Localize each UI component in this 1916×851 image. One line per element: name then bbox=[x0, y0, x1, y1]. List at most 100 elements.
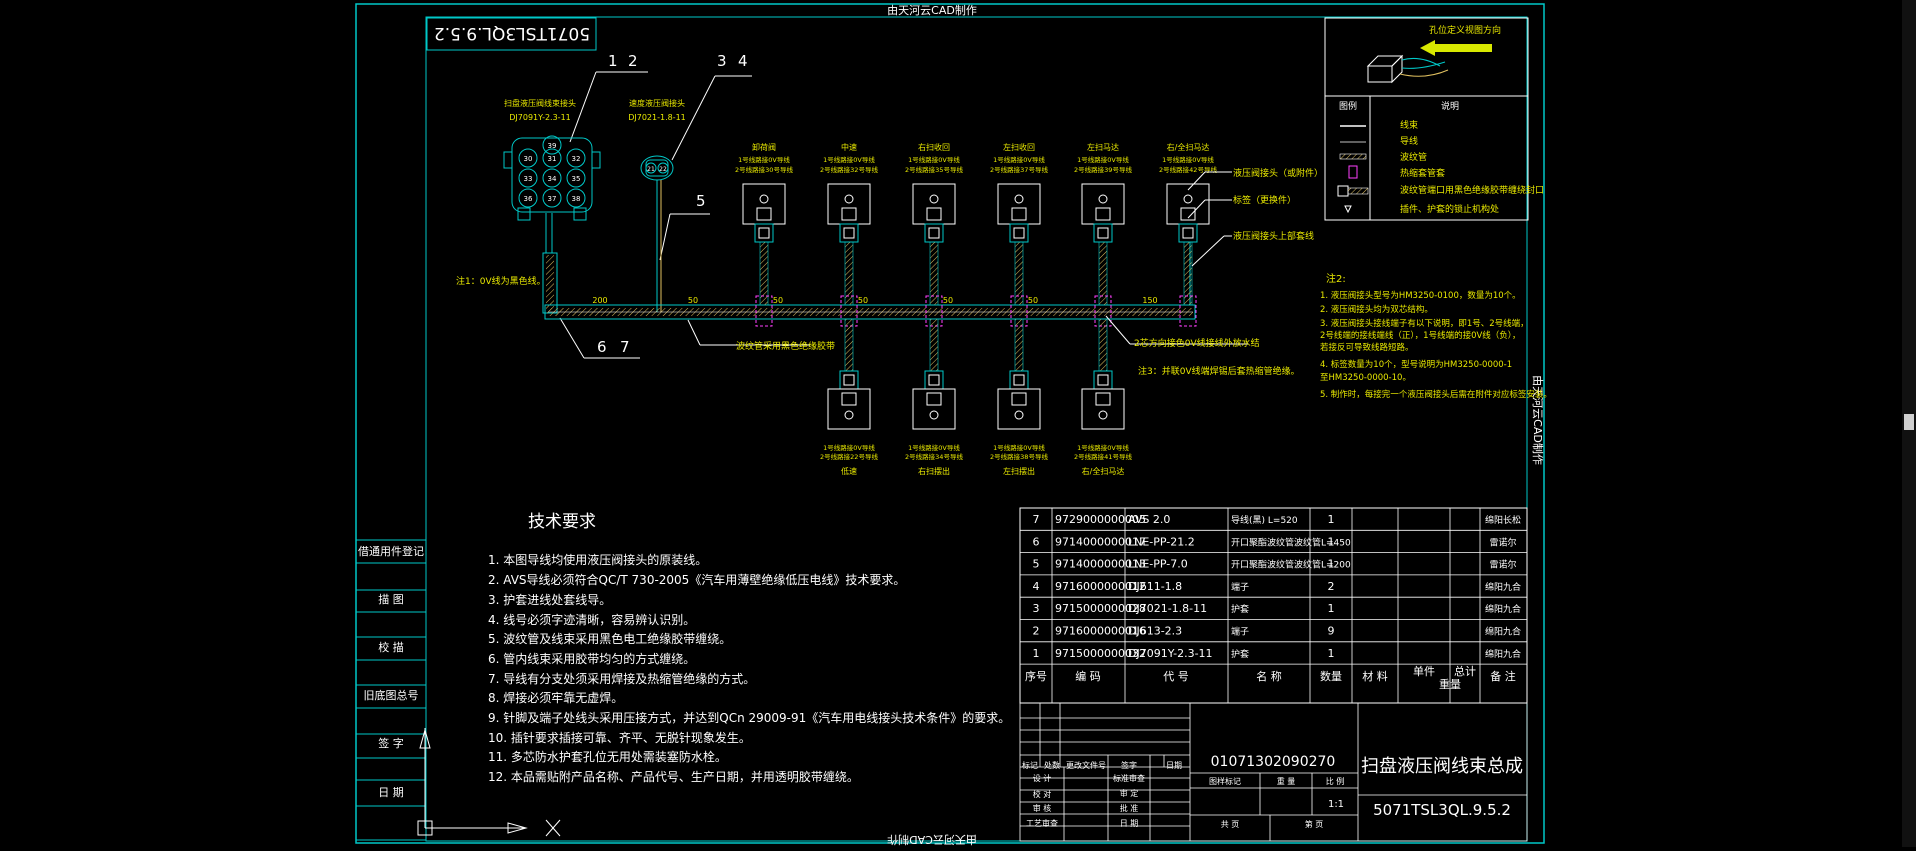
valve-name: 右/全扫马达 bbox=[1082, 466, 1125, 476]
bom-cell: 1 bbox=[1328, 602, 1335, 615]
notes-2-line: 至HM3250-0000-10。 bbox=[1320, 373, 1411, 383]
pin-number: 21 bbox=[647, 166, 655, 173]
dimension-label: 50 bbox=[943, 296, 953, 305]
notes-2-line: 若接反可导致线路短路。 bbox=[1320, 342, 1414, 353]
dimension-label: 50 bbox=[688, 296, 698, 305]
pin-number: 39 bbox=[548, 142, 557, 150]
svg-text:重 量: 重 量 bbox=[1277, 776, 1296, 786]
valve-name: 右扫摆出 bbox=[918, 466, 950, 476]
valve-branch: 1号线路接0V导线2号线路接34号导线右扫摆出 bbox=[905, 318, 963, 476]
tech-item: 3. 护套进线处套线导。 bbox=[488, 593, 611, 607]
tech-item: 2. AVS导线必须符合QC/T 730-2005《汽车用薄壁绝缘低压电线》技术… bbox=[488, 572, 905, 587]
valve-name: 右扫收回 bbox=[918, 142, 950, 152]
svg-text:比 例: 比 例 bbox=[1326, 776, 1345, 786]
mirrored-drawing-number: 5071TSL3QL.9.5.2 bbox=[434, 23, 590, 43]
callout-4: 4 bbox=[738, 52, 748, 70]
bom-cell: 雷诺尔 bbox=[1489, 559, 1516, 571]
svg-text:图样标记: 图样标记 bbox=[1209, 776, 1241, 786]
speed-connector bbox=[640, 155, 674, 312]
valve-wire-note: 1号线路接0V导线 bbox=[823, 443, 875, 452]
tech-item: 7. 导线有分支处须采用焊接及热缩管绝缘的方式。 bbox=[488, 671, 755, 686]
legend-item: 波纹管 bbox=[1400, 151, 1427, 163]
right-watermark-title: 由天河云CAD制作 bbox=[1531, 375, 1545, 465]
svg-text:审 核: 审 核 bbox=[1033, 803, 1052, 813]
bom-cell: 5 bbox=[1033, 558, 1040, 571]
pin-number: 22 bbox=[659, 166, 667, 173]
bom-cell: DJ7021-1.8-11 bbox=[1128, 602, 1207, 615]
legend-table: 孔位定义视图方向 图例 说明 线束 导线 波纹管 热缩套管套 波纹管端口用黑色绝… bbox=[1324, 17, 1544, 221]
annotation-valve-connector: 液压阀接头（或附件） bbox=[1233, 167, 1323, 179]
bottom-watermark-title: 由天河云CAD制作 bbox=[887, 833, 977, 847]
notes-2-line: 2号线端的接线端线（正），1号线端的接0V线（负）， bbox=[1320, 330, 1521, 341]
valve-name: 左扫摆出 bbox=[1003, 466, 1035, 476]
note-3: 注3：并联0V线端焊锡后套热缩管绝缘。 bbox=[1138, 365, 1300, 377]
svg-text:日期: 日期 bbox=[1166, 761, 1182, 770]
valve-name: 低速 bbox=[841, 466, 857, 476]
valve-wire-note: 1号线路接0V导线 bbox=[993, 155, 1045, 164]
cad-drawing-viewport[interactable]: 由天河云CAD制作 由天河云CAD制作 由天河云CAD制作 5071TSL3QL… bbox=[0, 0, 1916, 847]
pin-number: 37 bbox=[548, 195, 557, 203]
stamp-label: 校 描 bbox=[378, 640, 404, 654]
bom-cell: 护套 bbox=[1231, 603, 1249, 615]
notes-2-line: 5. 制作时，每接完一个液压阀接头后需在附件对应标签安装。 bbox=[1320, 389, 1552, 400]
bom-header: 编 码 bbox=[1075, 669, 1101, 683]
bill-of-materials: 7 9729000000005AVS 2.0 导线(黑) L=520 1 绵阳长松6 97… bbox=[1019, 507, 1528, 704]
svg-text:处数: 处数 bbox=[1044, 760, 1060, 770]
speed-connector-pins: 21 22 bbox=[645, 162, 669, 174]
bom-header: 代 号 bbox=[1163, 670, 1189, 683]
valve-wire-note: 1号线路接0V导线 bbox=[1162, 155, 1214, 164]
hydraulic-valve-connector bbox=[827, 370, 871, 430]
scale-value: 1:1 bbox=[1328, 799, 1344, 810]
vertical-scrollbar[interactable] bbox=[1902, 0, 1916, 847]
stamp-label: 旧底图总号 bbox=[364, 688, 419, 702]
callout-7: 7 bbox=[620, 338, 630, 356]
bottom-valve-branches: 1号线路接0V导线2号线路接22号导线低速1号线路接0V导线2号线路接34号导线… bbox=[820, 318, 1132, 476]
bom-cell: 端子 bbox=[1231, 581, 1249, 593]
svg-text:共 页: 共 页 bbox=[1221, 820, 1240, 829]
note-1: 注1：0V线为黑色线。 bbox=[456, 275, 546, 287]
hydraulic-valve-connector bbox=[997, 370, 1041, 430]
callout-3: 3 bbox=[717, 52, 727, 70]
pin-number: 36 bbox=[524, 195, 533, 203]
valve-wire-note: 2号线路接35号导线 bbox=[905, 165, 963, 174]
valve-branch: 左扫收回 1号线路接0V导线2号线路接37号导线 bbox=[990, 142, 1048, 327]
valve-wire-note: 1号线路接0V导线 bbox=[993, 443, 1045, 452]
hydraulic-valve-connector bbox=[1166, 183, 1210, 243]
scrollbar-thumb[interactable] bbox=[1904, 414, 1914, 430]
annotation-valve-upper: 液压阀接头上部套线 bbox=[1233, 230, 1314, 242]
stamp-label: 日 期 bbox=[378, 786, 404, 799]
tech-item: 4. 线号必须字迹清晰，容易辨认识别。 bbox=[488, 612, 695, 627]
speed-connector-label: 速度液压阀接头 bbox=[629, 98, 685, 108]
bom-cell: 1 bbox=[1033, 647, 1040, 660]
connector-3d-icon bbox=[1366, 54, 1449, 84]
bom-header: 材 料 bbox=[1362, 669, 1388, 683]
bom-cell: 绵阳九合 bbox=[1485, 603, 1521, 615]
bom-header: 总计 bbox=[1454, 664, 1476, 678]
bom-header: 备 注 bbox=[1490, 669, 1516, 683]
legend-col-desc: 说明 bbox=[1441, 100, 1459, 112]
bom-cell: DJ613-2.3 bbox=[1128, 625, 1182, 638]
bom-cell: LNE-PP-7.0 bbox=[1128, 558, 1188, 571]
main-connector-label: 扫盘液压阀线束接头 bbox=[504, 98, 576, 108]
bom-cell: 7 bbox=[1033, 513, 1040, 526]
valve-wire-note: 2号线路接30号导线 bbox=[735, 165, 793, 174]
svg-text:第 页: 第 页 bbox=[1305, 819, 1324, 829]
dimension-label: 50 bbox=[1028, 296, 1038, 305]
tech-item: 9. 针脚及端子处线头采用压接方式，并达到QCn 29009-91《汽车用电线接… bbox=[488, 710, 1010, 725]
valve-name: 左扫收回 bbox=[1003, 142, 1035, 152]
hydraulic-valve-connector bbox=[997, 183, 1041, 243]
svg-text:审 定: 审 定 bbox=[1120, 788, 1139, 798]
valve-wire-note: 2号线路接39号导线 bbox=[1074, 165, 1132, 174]
valve-wire-note: 1号线路接0V导线 bbox=[738, 155, 790, 164]
valve-wire-note: 2号线路接22号导线 bbox=[820, 452, 878, 461]
dimension-label: 50 bbox=[858, 296, 868, 305]
pin-number: 31 bbox=[548, 155, 557, 163]
stamp-label: 签 字 bbox=[378, 736, 404, 750]
bom-cell: DJ7091Y-2.3-11 bbox=[1128, 647, 1213, 660]
drawing-title: 扫盘液压阀线束总成 bbox=[1361, 756, 1523, 777]
bom-cell: 9 bbox=[1328, 625, 1335, 638]
bom-cell: 2 bbox=[1328, 580, 1335, 593]
hydraulic-valve-connector bbox=[912, 370, 956, 430]
harness-trunk bbox=[542, 213, 1196, 320]
valve-name: 右/全扫马达 bbox=[1167, 142, 1210, 152]
